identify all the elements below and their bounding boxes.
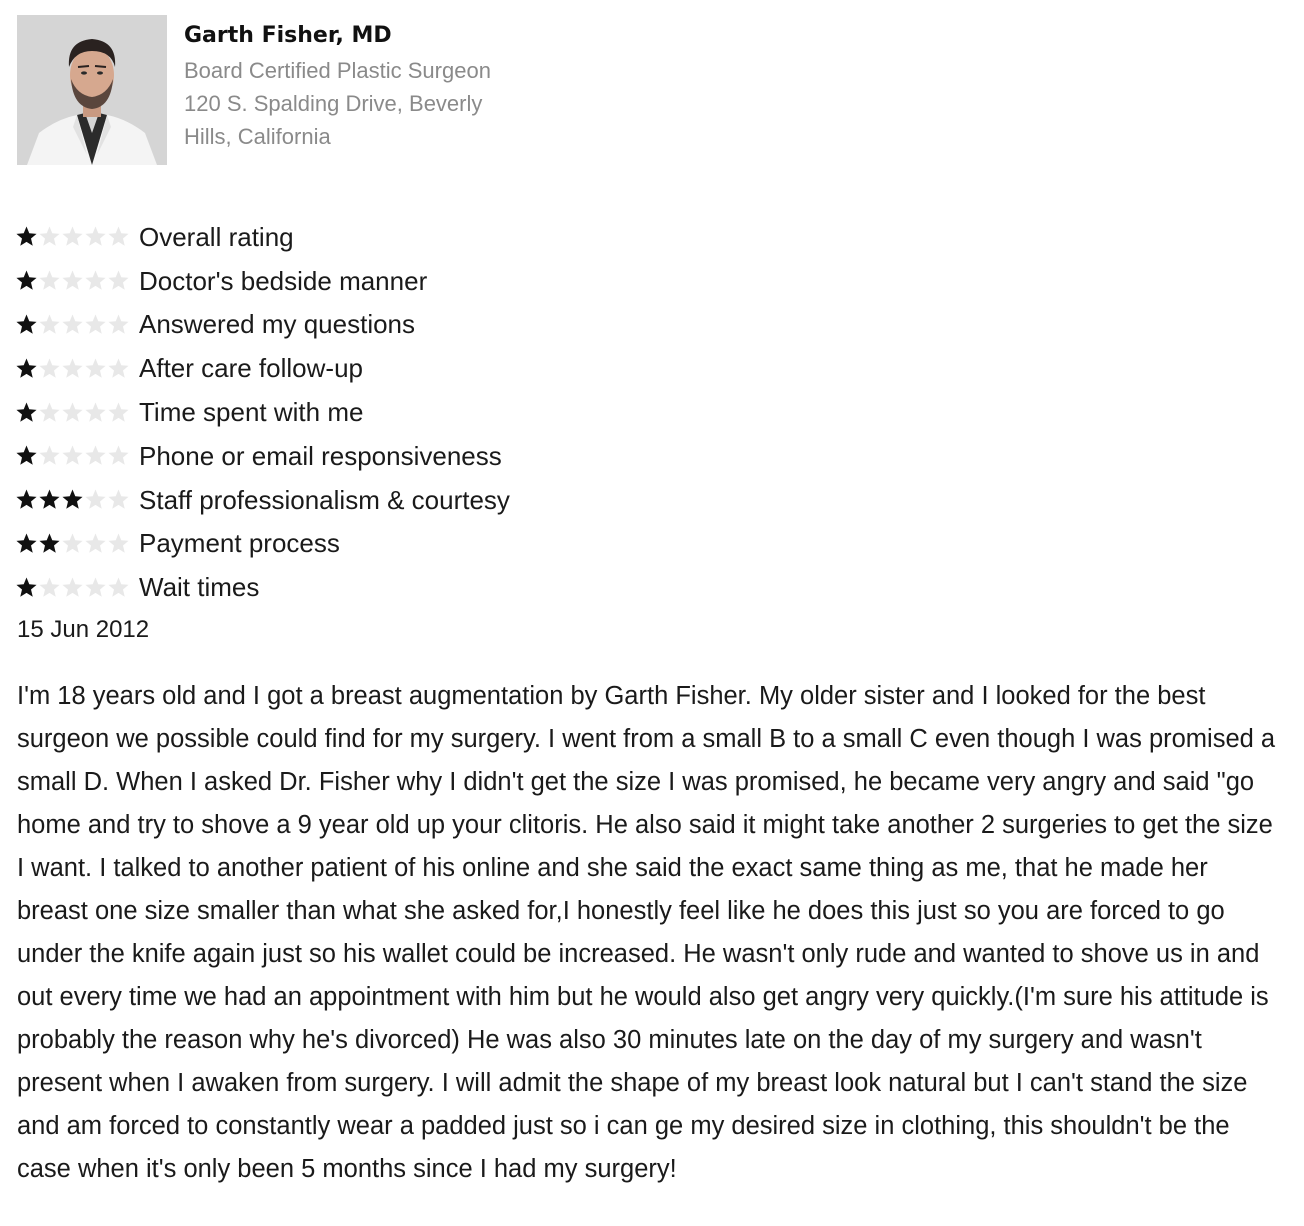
star-empty-icon [39, 270, 60, 290]
rating-label: Phone or email responsiveness [139, 440, 502, 471]
doctor-info: Garth Fisher, MD Board Certified Plastic… [184, 15, 514, 153]
rating-label: Time spent with me [139, 397, 364, 428]
star-empty-icon [85, 445, 106, 466]
star-empty-icon [108, 577, 129, 597]
star-rating [15, 532, 135, 555]
star-empty-icon [108, 270, 129, 290]
star-filled-icon [39, 533, 60, 553]
rating-label: Overall rating [139, 221, 294, 252]
star-empty-icon [108, 226, 129, 247]
rating-label: Answered my questions [139, 309, 416, 340]
star-filled-icon [16, 226, 37, 247]
star-filled-icon [16, 402, 37, 422]
rating-row-payment: Payment process [15, 522, 510, 566]
star-empty-icon [85, 402, 106, 422]
rating-label: Staff professionalism & courtesy [139, 484, 510, 515]
rating-row-answered-questions: Answered my questions [15, 303, 510, 347]
rating-row-overall: Overall rating [15, 215, 510, 259]
star-empty-icon [62, 577, 83, 597]
rating-row-time-spent: Time spent with me [15, 390, 510, 434]
star-empty-icon [39, 314, 60, 334]
star-filled-icon [62, 489, 83, 509]
star-empty-icon [85, 577, 106, 597]
star-filled-icon [16, 577, 37, 597]
star-empty-icon [108, 358, 129, 378]
doctor-title: Board Certified Plastic Surgeon [184, 58, 491, 83]
doctor-address: 120 S. Spalding Drive, Beverly Hills, Ca… [184, 91, 483, 149]
star-filled-icon [16, 358, 37, 378]
star-empty-icon [85, 270, 106, 290]
rating-label: Wait times [139, 572, 260, 603]
star-empty-icon [108, 445, 129, 466]
rating-row-responsiveness: Phone or email responsiveness [15, 434, 510, 478]
rating-label: After care follow-up [139, 353, 363, 384]
star-rating [15, 576, 135, 599]
doctor-name: Garth Fisher, MD [184, 23, 392, 48]
doctor-header: Garth Fisher, MD Board Certified Plastic… [17, 15, 514, 165]
doctor-photo [17, 15, 167, 165]
review-text: I'm 18 years old and I got a breast augm… [17, 682, 1276, 1183]
star-empty-icon [39, 402, 60, 422]
star-empty-icon [108, 402, 129, 422]
star-filled-icon [39, 489, 60, 509]
star-empty-icon [85, 358, 106, 378]
rating-label: Payment process [139, 528, 340, 559]
star-empty-icon [62, 226, 83, 247]
rating-row-bedside-manner: Doctor's bedside manner [15, 259, 510, 303]
star-empty-icon [108, 314, 129, 334]
star-rating [15, 313, 135, 336]
review-date: 15 Jun 2012 [17, 616, 150, 643]
star-rating [15, 269, 135, 292]
star-empty-icon [108, 533, 129, 553]
star-filled-icon [16, 314, 37, 334]
star-filled-icon [16, 445, 37, 466]
star-empty-icon [62, 402, 83, 422]
star-filled-icon [16, 270, 37, 290]
star-empty-icon [39, 577, 60, 597]
star-rating [15, 401, 135, 424]
star-empty-icon [62, 533, 83, 553]
star-filled-icon [16, 533, 37, 553]
rating-row-after-care: After care follow-up [15, 346, 510, 390]
star-rating [15, 357, 135, 380]
star-empty-icon [39, 226, 60, 247]
star-empty-icon [85, 226, 106, 247]
star-empty-icon [62, 270, 83, 290]
star-rating [15, 488, 135, 511]
star-empty-icon [62, 314, 83, 334]
ratings-list: Overall rating Doctor's bedside manner A… [15, 215, 510, 609]
rating-row-staff: Staff professionalism & courtesy [15, 478, 510, 522]
star-empty-icon [39, 445, 60, 466]
star-empty-icon [85, 533, 106, 553]
star-empty-icon [62, 358, 83, 378]
rating-label: Doctor's bedside manner [139, 265, 428, 296]
star-empty-icon [85, 489, 106, 509]
rating-row-wait-times: Wait times [15, 565, 510, 609]
star-rating [15, 225, 135, 248]
star-filled-icon [16, 489, 37, 509]
star-empty-icon [62, 445, 83, 466]
star-empty-icon [39, 358, 60, 378]
star-rating [15, 444, 135, 467]
star-empty-icon [108, 489, 129, 509]
star-empty-icon [85, 314, 106, 334]
